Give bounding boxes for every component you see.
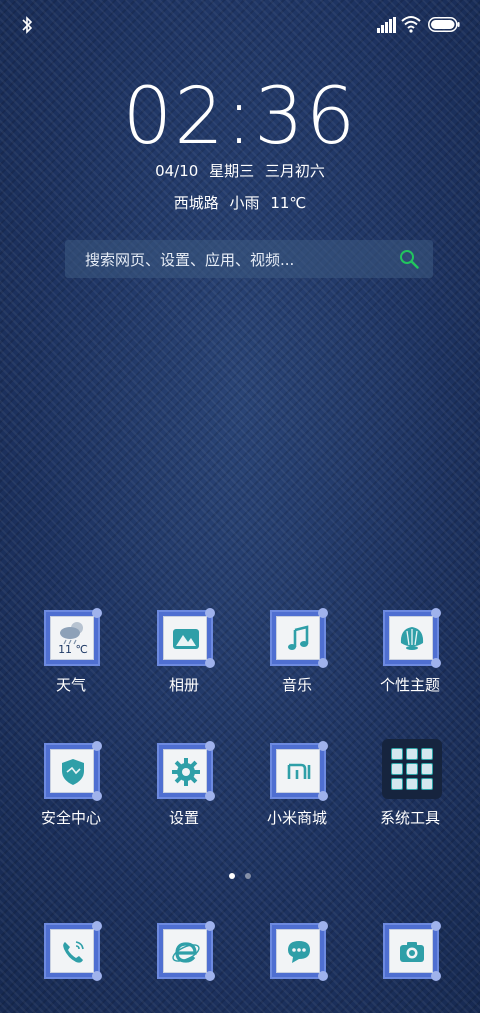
app-system-tools[interactable]: 系统工具 (355, 739, 465, 853)
app-gallery[interactable]: 相册 (129, 608, 239, 720)
search-placeholder: 搜索网页、设置、应用、视频... (85, 251, 295, 269)
music-icon (270, 608, 328, 668)
security-icon (44, 741, 102, 801)
app-security[interactable]: 安全中心 (16, 741, 126, 853)
wifi-icon (401, 16, 421, 33)
page-indicator-inactive[interactable] (245, 873, 251, 879)
date-line[interactable]: 04/10 星期三 三月初六 (0, 160, 480, 181)
app-label: 个性主题 (379, 676, 440, 694)
app-music[interactable]: 音乐 (242, 608, 352, 720)
search-icon[interactable] (399, 249, 419, 269)
system-tools-icon (382, 739, 442, 799)
bluetooth-icon (22, 16, 33, 34)
mi-store-icon (270, 741, 328, 801)
dock-browser[interactable] (129, 921, 239, 1013)
battery-icon (428, 17, 460, 32)
signal-icon (377, 17, 396, 33)
status-bar (0, 0, 480, 50)
browser-icon (157, 921, 215, 981)
weather-icon: 11 ℃ (44, 608, 102, 666)
lockscreen-clock[interactable]: 02:36 (0, 72, 480, 162)
weather-icon-temp: 11 ℃ (58, 643, 88, 656)
page-indicator-active[interactable] (229, 873, 235, 879)
phone-icon (44, 921, 102, 981)
search-bar[interactable]: 搜索网页、设置、应用、视频... (65, 240, 433, 278)
app-settings[interactable]: 设置 (129, 741, 239, 853)
app-label: 相册 (168, 676, 199, 694)
app-label: 天气 (55, 676, 86, 694)
settings-icon (157, 741, 215, 801)
weather-line[interactable]: 西城路 小雨 11℃ (0, 192, 480, 213)
weekday-text: 星期三 (209, 162, 255, 180)
date-text: 04/10 (155, 162, 199, 180)
gallery-icon (157, 608, 215, 668)
app-mi-store[interactable]: 小米商城 (242, 741, 352, 853)
dock-phone[interactable] (16, 921, 126, 1013)
camera-icon (383, 921, 441, 981)
lunar-date-text: 三月初六 (264, 162, 325, 180)
app-weather[interactable]: 11 ℃ 天气 (16, 608, 126, 720)
app-label: 音乐 (281, 676, 312, 694)
themes-icon (383, 608, 441, 668)
weather-condition-text: 小雨 (229, 194, 260, 212)
app-label: 安全中心 (40, 809, 101, 827)
temperature-text: 11℃ (270, 194, 307, 212)
dock-messages[interactable] (242, 921, 352, 1013)
app-label: 设置 (168, 809, 199, 827)
app-label: 小米商城 (266, 809, 327, 827)
messages-icon (270, 921, 328, 981)
location-text: 西城路 (173, 194, 219, 212)
app-label: 系统工具 (379, 809, 440, 827)
app-themes[interactable]: 个性主题 (355, 608, 465, 720)
dock-camera[interactable] (355, 921, 465, 1013)
